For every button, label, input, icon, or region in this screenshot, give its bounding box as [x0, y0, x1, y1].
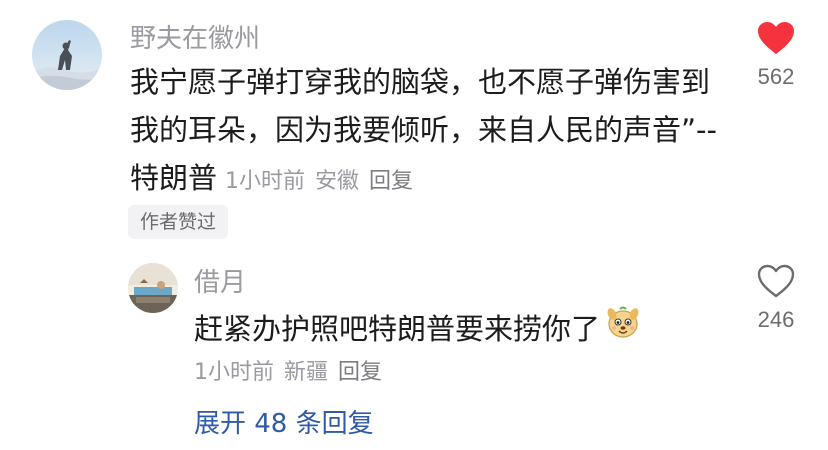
like-count: 246	[757, 307, 795, 332]
puppy-face-emoji-icon	[606, 305, 640, 353]
like-count: 562	[757, 64, 795, 89]
comment-location: 安徽	[315, 169, 360, 194]
comment-line-text: 特朗普	[130, 161, 218, 195]
comment-line: 我宁愿子弹打穿我的脑袋，也不愿子弹伤害到	[130, 65, 711, 99]
reply-reply-button[interactable]: 回复	[338, 360, 382, 385]
reply-username[interactable]: 借月	[194, 266, 246, 300]
comment-line: 我的耳朵，因为我要倾听，来自人民的声音”--	[130, 113, 717, 147]
comment-like[interactable]: 562	[731, 20, 821, 92]
avatar[interactable]	[32, 20, 102, 90]
reply-text: 赶紧办护照吧特朗普要来捞你了	[194, 312, 601, 346]
comment-reply-button[interactable]: 回复	[369, 169, 413, 194]
reply-meta: 1小时前 新疆 回复	[194, 356, 392, 390]
reply-like[interactable]: 246	[731, 263, 821, 335]
expand-replies-link[interactable]: 展开 48 条回复	[194, 406, 374, 442]
heart-filled-icon[interactable]	[756, 20, 796, 56]
comment-meta: 1小时前 安徽 回复	[225, 169, 423, 194]
reply-time: 1小时前	[194, 360, 274, 385]
reply-location: 新疆	[284, 360, 329, 385]
reply-body: 赶紧办护照吧特朗普要来捞你了	[194, 305, 640, 353]
comment-line: 特朗普 1小时前 安徽 回复	[130, 154, 717, 206]
comment-username[interactable]: 野夫在徽州	[130, 22, 260, 56]
comment-body: 我宁愿子弹打穿我的脑袋，也不愿子弹伤害到 我的耳朵，因为我要倾听，来自人民的声音…	[130, 58, 717, 206]
heart-outline-icon[interactable]	[756, 263, 796, 299]
reply-avatar[interactable]	[128, 263, 178, 313]
comment-time: 1小时前	[225, 169, 306, 194]
author-liked-badge: 作者赞过	[128, 205, 229, 239]
